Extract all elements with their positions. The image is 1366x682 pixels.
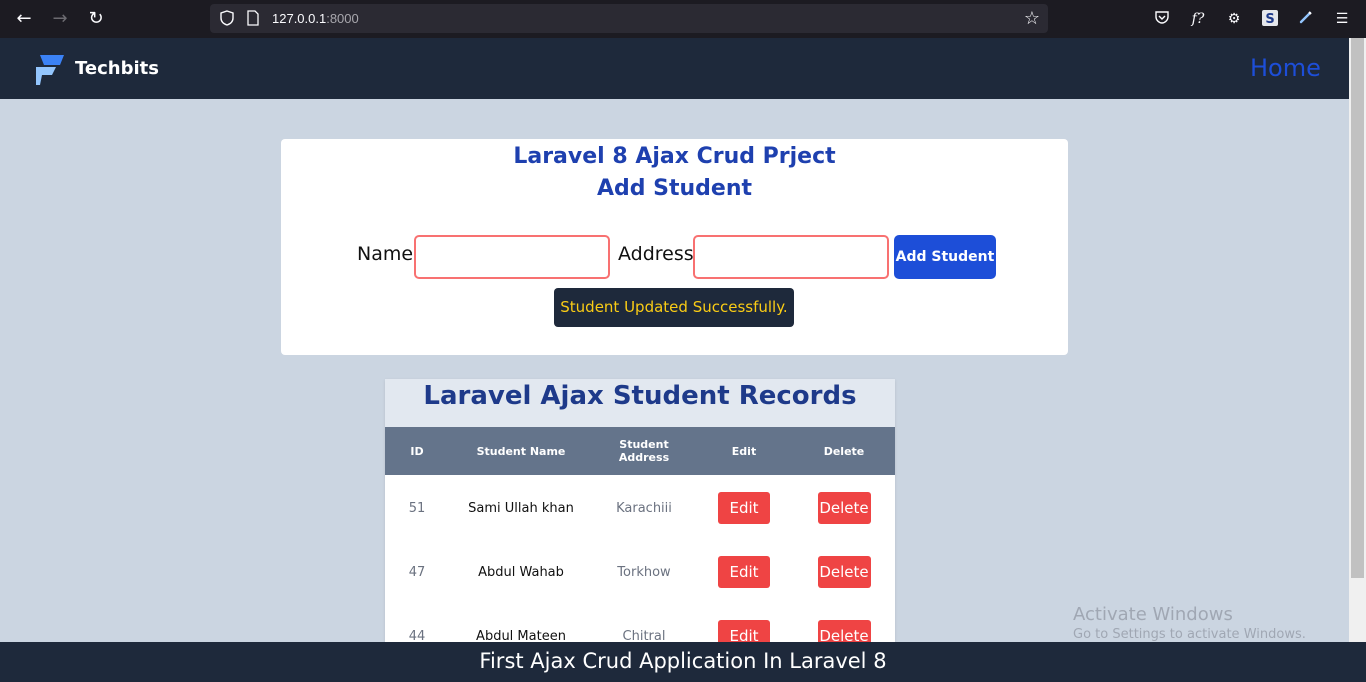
- caption-bar: First Ajax Crud Application In Laravel 8: [0, 642, 1366, 682]
- delete-button[interactable]: Delete: [817, 492, 871, 524]
- col-delete: Delete: [823, 444, 865, 458]
- edit-cell: Edit: [695, 540, 793, 604]
- watermark-subtitle: Go to Settings to activate Windows.: [1073, 627, 1306, 642]
- table-row: 47 Abdul Wahab Torkhow Edit Delete: [385, 540, 895, 604]
- bookmark-star-icon[interactable]: ☆: [1024, 8, 1040, 29]
- row-name: Sami Ullah khan: [468, 500, 574, 516]
- scrollbar-thumb[interactable]: [1351, 38, 1364, 578]
- delete-button[interactable]: Delete: [817, 556, 871, 588]
- delete-button[interactable]: Delete: [817, 620, 871, 642]
- browser-toolbar: ← → ↻ 127.0.0.1:8000 ☆ f? ⚙ S ☰: [0, 0, 1366, 38]
- watermark-title: Activate Windows: [1073, 604, 1233, 625]
- row-id: 44: [408, 628, 426, 643]
- table-header: ID Student Name Student Address Edit Del…: [385, 427, 895, 475]
- shield-icon[interactable]: [220, 10, 234, 26]
- records-title: Laravel Ajax Student Records: [423, 381, 857, 411]
- delete-cell: Delete: [793, 476, 895, 540]
- home-link[interactable]: Home: [1250, 54, 1321, 82]
- address-bar[interactable]: 127.0.0.1:8000 ☆: [210, 4, 1048, 33]
- brand-name[interactable]: Techbits: [75, 58, 159, 79]
- font-finder-icon[interactable]: f?: [1188, 9, 1208, 29]
- col-student-name: Student Name: [476, 444, 566, 458]
- row-address: Chitral: [622, 628, 666, 643]
- row-name: Abdul Mateen: [476, 628, 566, 643]
- forward-arrow-icon[interactable]: →: [48, 8, 72, 30]
- col-student-address: Student Address: [618, 438, 670, 464]
- page-icon: [247, 10, 259, 26]
- row-address: Torkhow: [617, 564, 671, 580]
- edit-button[interactable]: Edit: [718, 620, 770, 642]
- edit-button[interactable]: Edit: [718, 492, 770, 524]
- activate-windows-watermark: Activate Windows Go to Settings to activ…: [1073, 604, 1306, 642]
- row-id: 51: [408, 500, 426, 516]
- row-name: Abdul Wahab: [478, 564, 564, 580]
- records-header: Laravel Ajax Student Records: [385, 379, 895, 427]
- page-scrollbar[interactable]: [1349, 38, 1366, 642]
- extension-gear-icon[interactable]: ⚙: [1224, 9, 1244, 29]
- row-address: Karachiii: [616, 500, 672, 516]
- name-input[interactable]: [414, 235, 610, 279]
- table-row: 51 Sami Ullah khan Karachiii Edit Delete: [385, 476, 895, 540]
- add-student-button[interactable]: Add Student: [894, 235, 996, 279]
- url-port: :8000: [326, 11, 359, 26]
- url-text[interactable]: 127.0.0.1:8000: [272, 11, 359, 26]
- delete-cell: Delete: [793, 540, 895, 604]
- col-edit: Edit: [731, 444, 757, 458]
- table-row: 44 Abdul Mateen Chitral Edit Delete: [385, 604, 895, 642]
- svg-text:S: S: [1265, 12, 1274, 27]
- success-toast: Student Updated Successfully.: [554, 288, 794, 327]
- address-label: Address: [618, 243, 694, 265]
- row-id: 47: [408, 564, 426, 580]
- edit-button[interactable]: Edit: [718, 556, 770, 588]
- address-input[interactable]: [693, 235, 889, 279]
- form-subtitle: Add Student: [596, 176, 753, 201]
- pocket-icon[interactable]: [1152, 9, 1172, 29]
- col-id: ID: [410, 444, 424, 458]
- form-title: Laravel 8 Ajax Crud Prject: [513, 144, 836, 169]
- back-arrow-icon[interactable]: ←: [12, 8, 36, 30]
- delete-cell: Delete: [793, 604, 895, 642]
- extension-s-icon[interactable]: S: [1260, 9, 1280, 29]
- edit-cell: Edit: [695, 476, 793, 540]
- eyedropper-icon[interactable]: [1296, 9, 1316, 29]
- menu-hamburger-icon[interactable]: ☰: [1332, 9, 1352, 29]
- student-records-panel: Laravel Ajax Student Records ID Student …: [385, 379, 895, 642]
- edit-cell: Edit: [695, 604, 793, 642]
- reload-icon[interactable]: ↻: [84, 8, 108, 30]
- name-label: Name: [357, 243, 414, 265]
- url-host: 127.0.0.1: [272, 11, 327, 26]
- add-student-card: Laravel 8 Ajax Crud Prject Add Student N…: [281, 139, 1068, 355]
- site-navbar: Techbits Home: [0, 38, 1349, 99]
- techbits-logo-icon[interactable]: [34, 51, 66, 87]
